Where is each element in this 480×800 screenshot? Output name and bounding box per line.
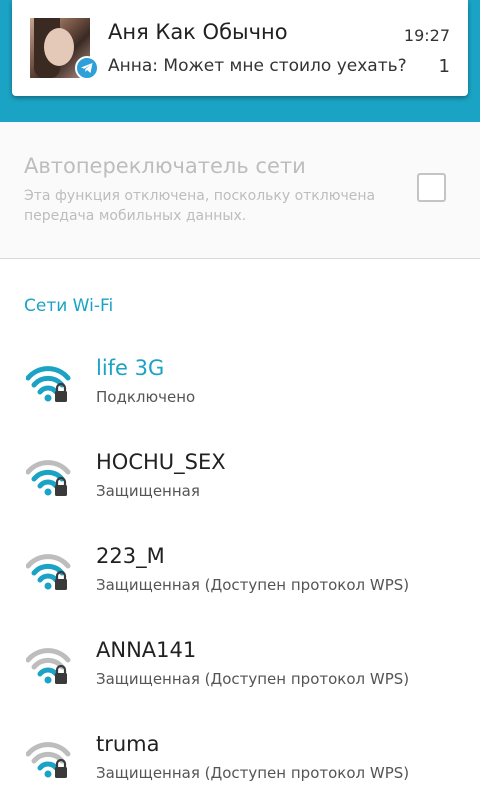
wifi-network-status: Защищенная (Доступен протокол WPS) <box>96 576 410 594</box>
wifi-network-item[interactable]: truma Защищенная (Доступен протокол WPS) <box>0 722 480 800</box>
wifi-network-name: 223_M <box>96 544 165 568</box>
wifi-section-header: Сети Wi-Fi <box>24 296 114 316</box>
wifi-lock-icon <box>25 364 72 404</box>
divider <box>0 258 480 259</box>
wifi-network-name: ANNA141 <box>96 638 197 662</box>
wifi-network-item[interactable]: ANNA141 Защищенная (Доступен протокол WPS… <box>0 628 480 722</box>
notification-message: Анна: Может мне стоило уехать? <box>108 56 407 76</box>
wifi-network-status: Подключено <box>96 388 196 406</box>
network-switcher-row[interactable]: Автопереключатель сети Эта функция отклю… <box>0 122 480 258</box>
network-switcher-checkbox[interactable] <box>417 173 446 202</box>
network-switcher-description: Эта функция отключена, поскольку отключе… <box>24 188 376 224</box>
wifi-lock-icon <box>25 740 72 780</box>
wifi-network-name: life 3G <box>96 356 165 380</box>
notification-sender: Аня Как Обычно <box>108 20 288 44</box>
wifi-network-name: truma <box>96 732 160 756</box>
telegram-icon <box>75 56 99 80</box>
network-switcher-title: Автопереключатель сети <box>24 154 306 178</box>
wifi-network-status: Защищенная <box>96 482 200 500</box>
wifi-lock-icon <box>25 458 72 498</box>
wifi-network-status: Защищенная (Доступен протокол WPS) <box>96 670 410 688</box>
notification-count: 1 <box>438 56 450 77</box>
wifi-lock-icon <box>25 646 72 686</box>
wifi-network-status: Защищенная (Доступен протокол WPS) <box>96 764 410 782</box>
wifi-network-name: HOCHU_SEX <box>96 450 226 474</box>
message-notification[interactable]: Аня Как Обычно 19:27 Анна: Может мне сто… <box>12 0 468 96</box>
wifi-network-item[interactable]: life 3G Подключено <box>0 346 480 440</box>
wifi-network-item[interactable]: 223_M Защищенная (Доступен протокол WPS) <box>0 534 480 628</box>
notification-time: 19:27 <box>403 26 450 45</box>
wifi-lock-icon <box>25 552 72 592</box>
wifi-network-item[interactable]: HOCHU_SEX Защищенная <box>0 440 480 534</box>
